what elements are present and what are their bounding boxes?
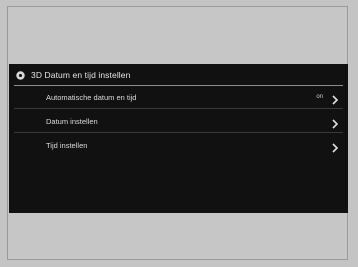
menu-item-set-date[interactable]: Datum instellen (14, 110, 343, 132)
menu-item-value: on (316, 94, 323, 100)
menu-item-label: Datum instellen (46, 116, 98, 126)
menu-item-label: Tijd instellen (46, 140, 88, 150)
row-divider (14, 132, 343, 133)
menu-item-label: Automatische datum en tijd (46, 92, 137, 102)
chevron-right-icon (331, 92, 339, 105)
menu-item-automatic-date-time[interactable]: Automatische datum en tijd on (14, 86, 343, 108)
row-divider (14, 108, 343, 109)
chevron-right-icon (331, 116, 339, 129)
settings-screen: 3D Datum en tijd instellen Automatische … (9, 64, 348, 213)
gear-icon (14, 69, 26, 81)
menu-item-set-time[interactable]: Tijd instellen (14, 134, 343, 156)
page-title: 3D Datum en tijd instellen (31, 70, 131, 80)
chevron-right-icon (331, 140, 339, 153)
screen-header: 3D Datum en tijd instellen (9, 66, 348, 84)
